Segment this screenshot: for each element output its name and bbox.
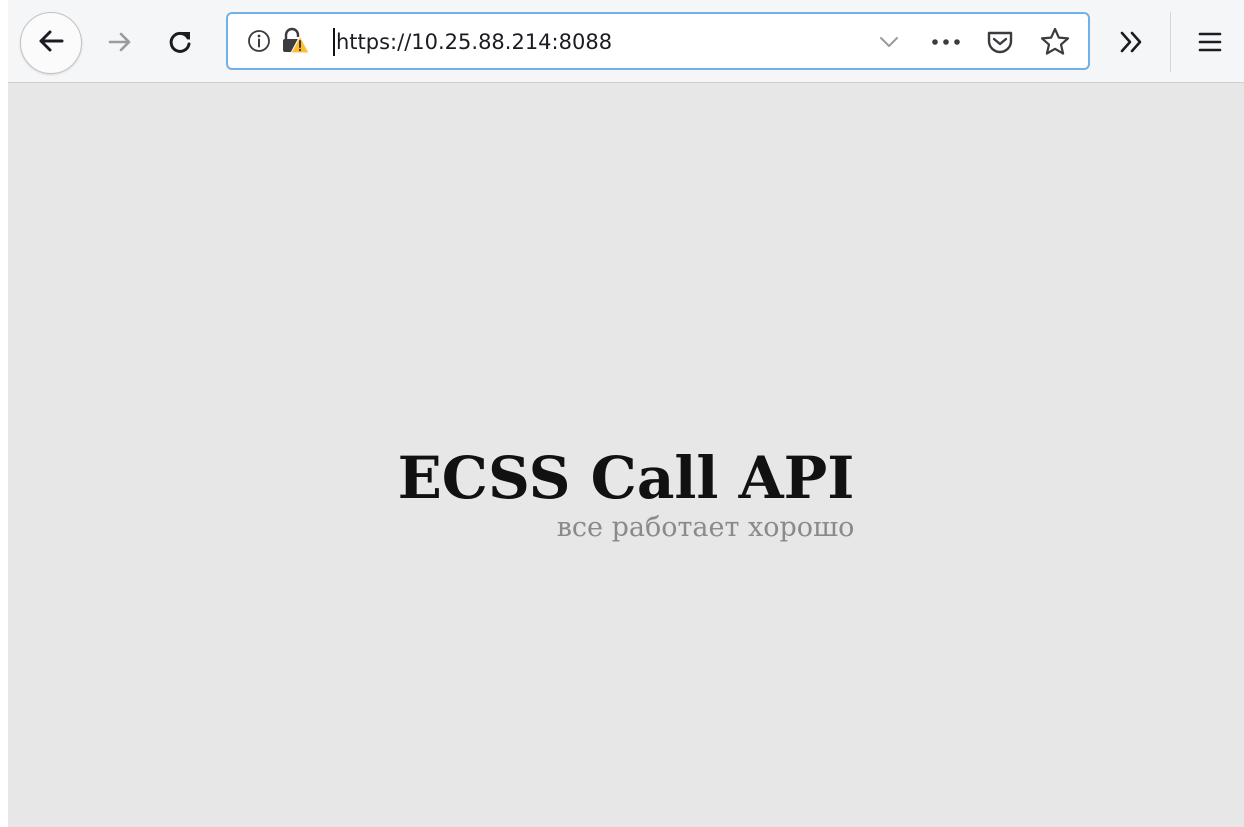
hamburger-menu-icon[interactable] <box>1192 24 1228 60</box>
page-title: ECSS Call API <box>397 444 855 512</box>
hero: ECSS Call API все работает хорошо <box>8 443 1244 545</box>
browser-toolbar: https://10.25.88.214:8088 <box>8 0 1244 83</box>
forward-arrow-icon <box>106 28 134 60</box>
star-icon[interactable] <box>1038 25 1072 59</box>
page-content: ECSS Call API все работает хорошо <box>8 83 1244 827</box>
hero-block: ECSS Call API все работает хорошо <box>398 443 855 545</box>
double-chevron-right-icon[interactable] <box>1114 24 1150 60</box>
url-bar[interactable]: https://10.25.88.214:8088 <box>226 12 1090 70</box>
toolbar-divider <box>1170 12 1171 72</box>
forward-button[interactable] <box>100 24 140 64</box>
back-arrow-icon <box>36 26 66 60</box>
pocket-icon[interactable] <box>984 26 1016 58</box>
browser-window: https://10.25.88.214:8088 ECSS Call API … <box>0 0 1244 827</box>
text-caret <box>333 28 335 56</box>
more-horizontal-icon[interactable] <box>928 28 964 56</box>
lock-warning-icon[interactable] <box>280 26 310 56</box>
info-icon[interactable] <box>246 28 272 54</box>
url-input[interactable]: https://10.25.88.214:8088 <box>336 27 612 57</box>
reload-icon <box>166 28 194 60</box>
back-button[interactable] <box>20 12 82 74</box>
reload-button[interactable] <box>160 24 200 64</box>
chevron-down-icon[interactable] <box>874 28 904 56</box>
status-subtitle: все работает хорошо <box>556 512 855 543</box>
